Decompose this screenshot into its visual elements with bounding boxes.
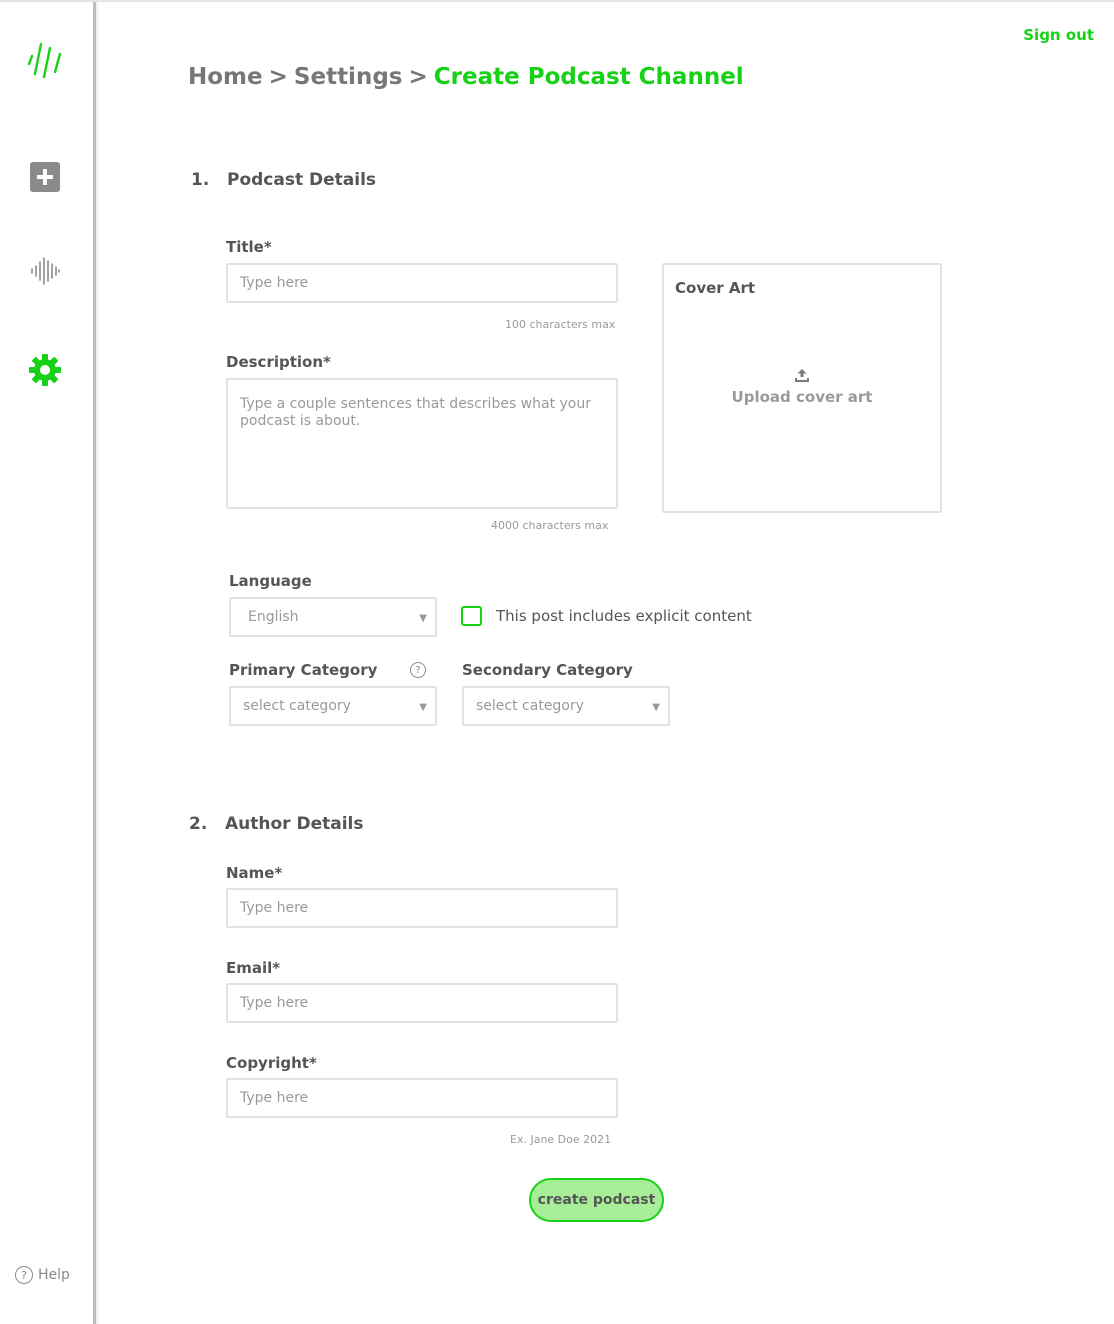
title-hint: 100 characters max xyxy=(505,318,616,331)
explicit-content-checkbox[interactable] xyxy=(461,606,482,626)
help-label: Help xyxy=(38,1267,70,1283)
cover-art-title: Cover Art xyxy=(675,279,756,297)
logo-icon[interactable] xyxy=(27,40,63,80)
language-label: Language xyxy=(229,572,312,590)
question-icon[interactable]: ? xyxy=(410,662,426,678)
sidebar-item-episodes[interactable] xyxy=(28,254,62,288)
language-selected-value: English xyxy=(248,609,299,625)
dropdown-arrow-icon: ▼ xyxy=(419,702,427,713)
primary-category-select[interactable]: select category ▼ xyxy=(229,686,437,726)
section-number: 2. xyxy=(189,814,208,834)
breadcrumb-separator: > xyxy=(268,64,288,90)
upload-cover-art-label: Upload cover art xyxy=(731,388,873,406)
secondary-category-value: select category xyxy=(476,698,584,714)
sidebar-item-settings[interactable] xyxy=(28,353,62,387)
upload-icon xyxy=(795,369,809,382)
top-border xyxy=(0,0,1114,2)
copyright-hint: Ex. Jane Doe 2021 xyxy=(510,1133,612,1146)
breadcrumb-home[interactable]: Home xyxy=(188,64,263,90)
cover-art-panel: Cover Art Upload cover art xyxy=(662,263,942,513)
email-label: Email* xyxy=(226,959,281,977)
sidebar-item-create[interactable] xyxy=(28,160,62,194)
breadcrumb-settings[interactable]: Settings xyxy=(294,64,403,90)
dropdown-arrow-icon: ▼ xyxy=(419,613,427,624)
secondary-category-label: Secondary Category xyxy=(462,661,633,679)
gear-icon xyxy=(29,354,61,386)
name-input[interactable] xyxy=(226,888,618,928)
title-input[interactable] xyxy=(226,263,618,303)
primary-category-label: Primary Category xyxy=(229,661,378,679)
section-podcast-details-title: 1. Podcast Details xyxy=(191,170,376,190)
dropdown-arrow-icon: ▼ xyxy=(652,702,660,713)
copyright-label: Copyright* xyxy=(226,1054,317,1072)
section-number: 1. xyxy=(191,170,210,190)
copyright-input[interactable] xyxy=(226,1078,618,1118)
create-podcast-button[interactable]: create podcast xyxy=(529,1178,664,1222)
secondary-category-select[interactable]: select category ▼ xyxy=(462,686,670,726)
primary-category-value: select category xyxy=(243,698,351,714)
upload-cover-art-button[interactable]: Upload cover art xyxy=(664,367,940,406)
question-icon: ? xyxy=(15,1266,33,1284)
section-title: Podcast Details xyxy=(227,170,377,190)
plus-icon xyxy=(30,162,60,192)
section-title: Author Details xyxy=(225,814,364,834)
description-textarea[interactable] xyxy=(226,378,618,509)
help-link[interactable]: ? Help xyxy=(15,1266,70,1284)
breadcrumb-separator: > xyxy=(408,64,428,90)
sign-out-link[interactable]: Sign out xyxy=(1023,26,1094,44)
language-select[interactable]: English ▼ xyxy=(229,597,437,637)
section-author-details-title: 2. Author Details xyxy=(189,814,363,834)
title-label: Title* xyxy=(226,238,272,256)
explicit-content-label: This post includes explicit content xyxy=(496,607,752,625)
description-hint: 4000 characters max xyxy=(491,519,609,532)
breadcrumb-current: Create Podcast Channel xyxy=(433,64,744,90)
sidebar: ? Help xyxy=(0,2,96,1324)
waveform-icon xyxy=(31,257,60,285)
name-label: Name* xyxy=(226,864,283,882)
description-label: Description* xyxy=(226,353,331,371)
email-input[interactable] xyxy=(226,983,618,1023)
breadcrumb: Home > Settings > Create Podcast Channel xyxy=(188,64,744,90)
